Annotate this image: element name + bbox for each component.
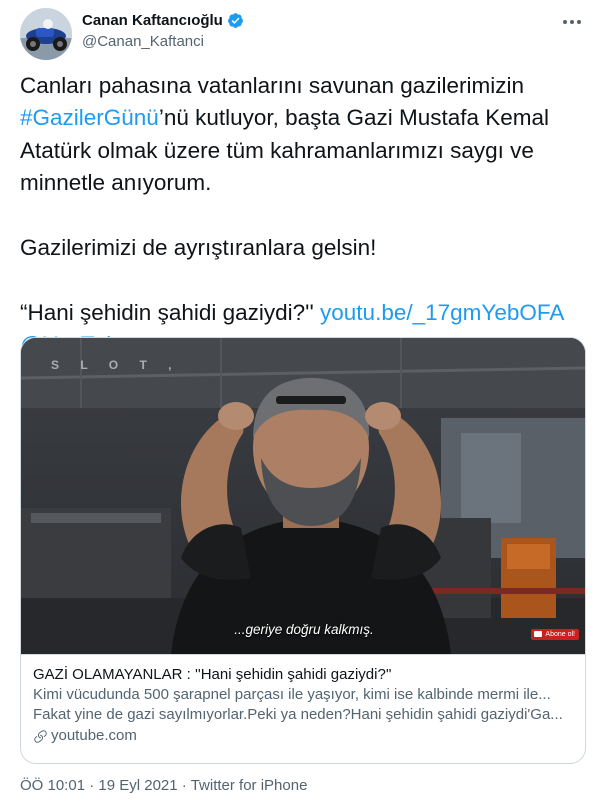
tweet-time[interactable]: ÖÖ 10:01: [20, 777, 85, 794]
tweet-paragraph: Gazilerimizi de ayrıştıranlara gelsin!: [20, 235, 377, 261]
tweet: Canan Kaftancıoğlu @Canan_Kaftanci Canla…: [0, 0, 605, 811]
tweet-text: Canları pahasına vatanlarını savunan gaz…: [20, 70, 585, 362]
video-subtitle: ...geriye doğru kalkmış.: [234, 622, 374, 637]
subscribe-badge: Abone ol!: [531, 629, 579, 640]
hashtag-link[interactable]: #GazilerGünü: [20, 105, 159, 130]
link-preview-card[interactable]: S L O T , ...geriye doğru kalkmış. Abone…: [20, 337, 586, 764]
card-info: GAZİ OLAMAYANLAR : ''Hani şehidin şahidi…: [21, 654, 585, 763]
tweet-line: #GazilerGünü’nü kutluyor, başta Gazi Mus…: [20, 102, 585, 134]
video-thumbnail: S L O T , ...geriye doğru kalkmış. Abone…: [21, 338, 585, 654]
author-name[interactable]: Canan Kaftancıoğlu: [82, 12, 244, 29]
tweet-source[interactable]: Twitter for iPhone: [191, 777, 308, 794]
tweet-date[interactable]: 19 Eyl 2021: [98, 777, 177, 794]
meta-separator: ·: [85, 777, 99, 794]
tweet-line: Atatürk olmak üzere tüm kahramanlarımızı…: [20, 137, 534, 163]
tweet-meta: ÖÖ 10:01 · 19 Eyl 2021 · Twitter for iPh…: [20, 777, 307, 794]
video-channel-logo: S L O T ,: [51, 358, 181, 372]
meta-separator: ·: [177, 777, 191, 794]
card-description-line: Kimi vücudunda 500 şarapnel parçası ile …: [33, 686, 551, 703]
tweet-line: Canları pahasına vatanlarını savunan gaz…: [20, 73, 525, 98]
card-domain-text: youtube.com: [51, 727, 137, 744]
card-description-line: Fakat yine de gazi sayılmıyorlar.Peki ya…: [33, 706, 563, 723]
tweet-quote: “Hani şehidin şahidi gaziydi?'': [20, 299, 314, 325]
tweet-line: “Hani şehidin şahidi gaziydi?'' youtu.be…: [20, 297, 585, 329]
author-name-text: Canan Kaftancıoğlu: [82, 12, 223, 29]
author-handle[interactable]: @Canan_Kaftanci: [82, 33, 204, 50]
verified-badge-icon: [227, 13, 243, 28]
more-options-icon[interactable]: [559, 12, 585, 32]
youtube-link[interactable]: youtu.be/_17gmYebOFA: [320, 300, 564, 325]
tweet-line: minnetle anıyorum.: [20, 170, 212, 196]
card-title: GAZİ OLAMAYANLAR : ''Hani şehidin şahidi…: [33, 666, 392, 683]
card-domain: youtube.com: [33, 726, 575, 746]
tweet-line-rest: ’nü kutluyor, başta Gazi Mustafa Kemal: [158, 105, 550, 131]
avatar[interactable]: [20, 8, 72, 60]
link-icon: [34, 729, 47, 743]
